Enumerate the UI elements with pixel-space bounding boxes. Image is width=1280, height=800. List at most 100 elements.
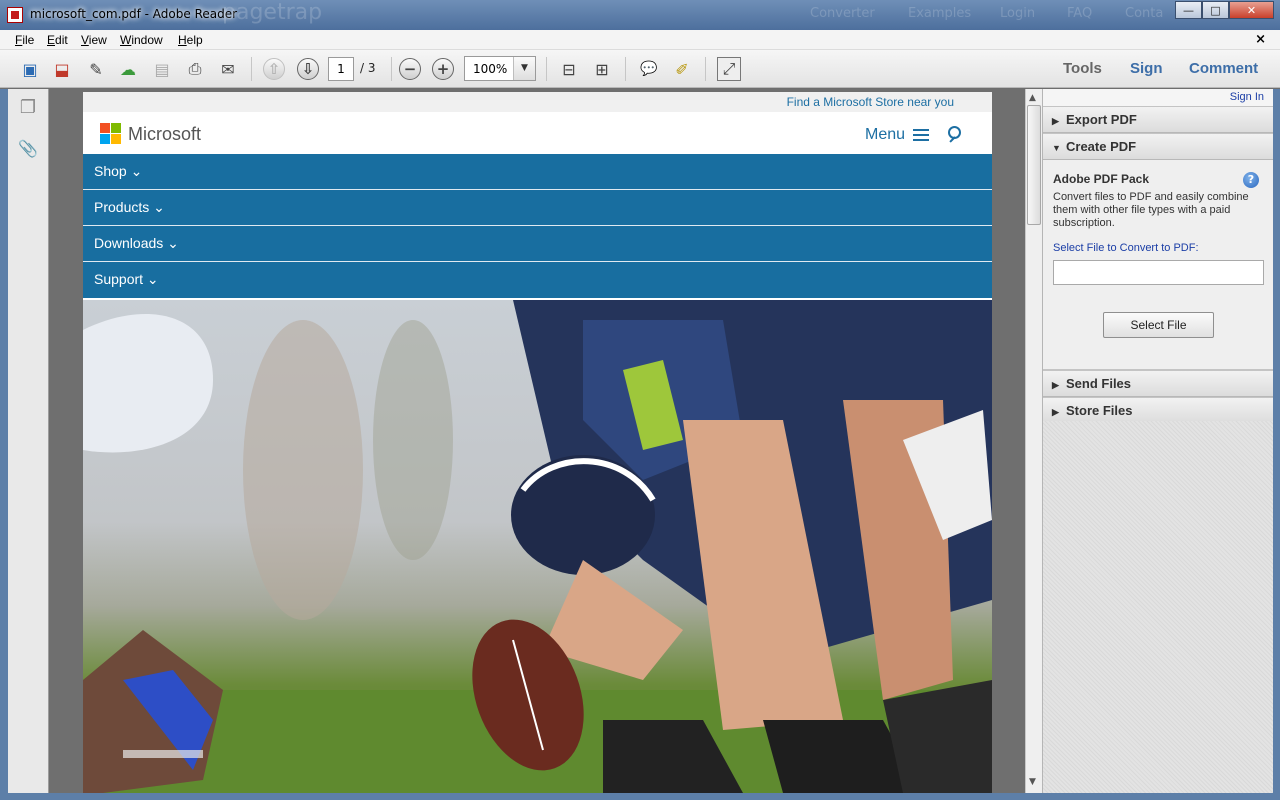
fullscreen-icon[interactable]: ⤢ (717, 57, 741, 81)
select-file-field[interactable] (1053, 260, 1264, 285)
background-ghost-text: Conta (1125, 6, 1164, 21)
window-border-right (1273, 89, 1280, 800)
search-icon[interactable] (947, 126, 961, 142)
document-area[interactable]: Find a Microsoft Store near you Microsof… (49, 89, 1025, 793)
upload-cloud-icon[interactable]: ☁ (116, 57, 140, 81)
toolbar-separator (391, 57, 392, 81)
background-ghost-text: Login (1000, 6, 1036, 21)
menu-view-mnemonic: V (81, 33, 89, 47)
menu-help-mnemonic: H (178, 33, 187, 47)
menu-edit[interactable]: Edit (47, 33, 68, 47)
nav-item-downloads[interactable]: Downloads ⌄ (83, 226, 992, 262)
menu-file[interactable]: File (15, 33, 34, 47)
menu-help[interactable]: Help (178, 33, 203, 47)
attachments-icon[interactable]: 📎 (18, 139, 38, 161)
adobe-pdf-icon (7, 7, 23, 23)
title-bar: microsoft_com.pdf - Adobe Reader pagetra… (0, 0, 1280, 30)
toolbar-separator (625, 57, 626, 81)
select-file-button[interactable]: Select File (1103, 312, 1214, 338)
edit-icon[interactable]: ✎ (84, 57, 108, 81)
menu-view[interactable]: View (81, 33, 107, 47)
toolbar-separator (705, 57, 706, 81)
football-scene-illustration (83, 300, 992, 793)
fit-page-icon[interactable]: ⊟ (557, 57, 581, 81)
site-menu-link[interactable]: Menu (865, 126, 905, 144)
section-create-pdf[interactable]: ▼ Create PDF (1043, 133, 1273, 160)
select-file-label: Select File to Convert to PDF: (1053, 242, 1199, 254)
help-icon[interactable]: ? (1243, 172, 1259, 188)
pages-icon[interactable]: ❐ (18, 97, 38, 119)
toolbar-separator (251, 57, 252, 81)
background-ghost-text: Converter (810, 6, 875, 21)
expand-arrow-icon: ▶ (1052, 380, 1059, 390)
scrollbar-thumb[interactable] (1027, 105, 1041, 225)
highlight-icon[interactable]: ✐ (670, 57, 694, 81)
page-total: / 3 (360, 61, 376, 75)
prev-page-icon[interactable]: ⇧ (263, 58, 285, 80)
nav-item-shop[interactable]: Shop ⌄ (83, 154, 992, 190)
hamburger-icon[interactable] (913, 129, 929, 141)
collapse-arrow-icon: ▼ (1052, 143, 1061, 153)
pdf-page: Find a Microsoft Store near you Microsof… (83, 92, 992, 793)
export-pdf-icon[interactable]: ⬓ (50, 57, 74, 81)
section-store-files[interactable]: ▶ Store Files (1043, 397, 1273, 424)
tools-pane: Sign In ▶ Export PDF ▼ Create PDF Adobe PD… (1042, 89, 1273, 793)
menu-bar: File Edit View Window Help × (0, 30, 1280, 50)
zoom-out-icon[interactable]: − (399, 58, 421, 80)
sign-in-link[interactable]: Sign In (1043, 89, 1273, 106)
section-label: Store Files (1066, 403, 1133, 418)
background-ghost-text: FAQ (1067, 6, 1093, 21)
menu-window-mnemonic: W (120, 33, 132, 47)
tab-sign[interactable]: Sign (1130, 60, 1163, 77)
pane-empty-area (1043, 421, 1273, 793)
section-label: Export PDF (1066, 112, 1137, 127)
background-ghost-text: Examples (908, 6, 972, 21)
window-border-left (0, 89, 8, 800)
find-store-link[interactable]: Find a Microsoft Store near you (83, 92, 992, 112)
menu-edit-mnemonic: E (47, 33, 56, 47)
comment-icon[interactable]: 💬 (637, 57, 661, 81)
brand-name[interactable]: Microsoft (128, 124, 201, 145)
hero-image (83, 300, 992, 793)
site-header: Microsoft Menu (83, 112, 992, 154)
nav-item-products[interactable]: Products ⌄ (83, 190, 992, 226)
section-label: Create PDF (1066, 139, 1137, 154)
next-page-icon[interactable]: ⇩ (297, 58, 319, 80)
section-send-files[interactable]: ▶ Send Files (1043, 370, 1273, 397)
save-icon[interactable]: ▤ (150, 57, 174, 81)
create-pdf-panel: Adobe PDF Pack ? Convert files to PDF an… (1043, 160, 1273, 370)
window-border-bottom (0, 793, 1280, 800)
fit-width-icon[interactable]: ⊞ (590, 57, 614, 81)
expand-arrow-icon: ▶ (1052, 407, 1059, 417)
document-scrollbar[interactable]: ▲ ▼ (1025, 89, 1042, 793)
tab-tools[interactable]: Tools (1063, 60, 1102, 77)
zoom-select[interactable]: 100% ▼ (464, 56, 536, 81)
page-number-input[interactable]: 1 (328, 57, 354, 81)
minimize-button[interactable]: — (1175, 1, 1202, 19)
window-controls: — □ ✕ (1175, 1, 1274, 19)
nav-item-support[interactable]: Support ⌄ (83, 262, 992, 298)
close-document-button[interactable]: × (1255, 32, 1266, 47)
menu-window[interactable]: Window (120, 33, 163, 47)
scroll-up-icon[interactable]: ▲ (1029, 93, 1036, 103)
scroll-down-icon[interactable]: ▼ (1029, 777, 1036, 787)
print-icon[interactable]: ⎙ (183, 57, 207, 81)
pdf-pack-title: Adobe PDF Pack (1053, 172, 1150, 186)
menu-window-label: indow (131, 33, 163, 47)
create-pdf-icon[interactable]: ▣ (18, 57, 42, 81)
maximize-button[interactable]: □ (1202, 1, 1229, 19)
toolbar-separator (546, 57, 547, 81)
chevron-down-icon[interactable]: ▼ (513, 57, 535, 80)
tab-comment[interactable]: Comment (1189, 60, 1258, 77)
navigation-pane: ❐ 📎 (8, 89, 49, 793)
microsoft-logo-icon[interactable] (100, 123, 122, 145)
close-window-button[interactable]: ✕ (1229, 1, 1274, 19)
zoom-in-icon[interactable]: + (432, 58, 454, 80)
window-title: microsoft_com.pdf - Adobe Reader (30, 7, 238, 21)
pdf-pack-description: Convert files to PDF and easily combine … (1053, 191, 1249, 229)
menu-edit-label: dit (55, 33, 68, 47)
section-export-pdf[interactable]: ▶ Export PDF (1043, 106, 1273, 133)
expand-arrow-icon: ▶ (1052, 116, 1059, 126)
menu-file-label: ile (22, 33, 35, 47)
email-icon[interactable]: ✉ (216, 57, 240, 81)
